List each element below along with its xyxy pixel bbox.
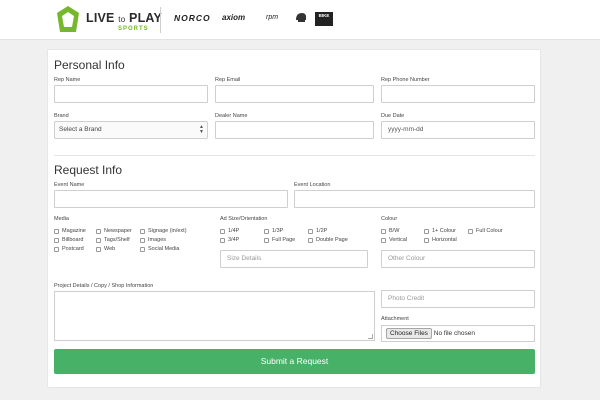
checkbox-icon[interactable] — [96, 229, 101, 234]
checkbox-icon[interactable] — [424, 229, 429, 234]
media-checkbox-signage[interactable]: Signage (in/ext) — [140, 228, 187, 236]
event-name-label: Event Name — [54, 182, 85, 188]
brand-logo-axiom[interactable]: axiom — [222, 13, 245, 22]
rep-name-label: Rep Name — [54, 77, 81, 83]
rep-email-input[interactable] — [215, 85, 374, 103]
site-header: LIVE to PLAY SPORTS NORCO axiom rpm BIKE — [0, 0, 600, 40]
checkbox-icon[interactable] — [96, 247, 101, 252]
ad-size-checkbox-double-page[interactable]: Double Page — [308, 237, 348, 245]
colour-checkbox-bw[interactable]: B/W — [381, 228, 399, 236]
media-checkbox-billboard[interactable]: Billboard — [54, 237, 83, 245]
dealer-name-input[interactable] — [215, 121, 374, 139]
submit-request-button[interactable]: Submit a Request — [54, 349, 535, 374]
project-details-label: Project Details / Copy / Shop Informatio… — [54, 283, 154, 289]
select-arrows-icon: ▲ ▼ — [199, 124, 204, 135]
rep-email-label: Rep Email — [215, 77, 241, 83]
brand-select[interactable]: Select a Brand ▲ ▼ — [54, 121, 208, 139]
ad-size-checkbox-three-quarter[interactable]: 3/4P — [220, 237, 239, 245]
live-to-play-logo[interactable]: LIVE to PLAY SPORTS — [56, 5, 166, 35]
rep-name-input[interactable] — [54, 85, 208, 103]
checkbox-icon[interactable] — [96, 238, 101, 243]
event-location-input[interactable] — [294, 190, 535, 208]
no-file-chosen-text: No file chosen — [433, 330, 475, 337]
header-divider — [160, 7, 161, 33]
checkbox-icon[interactable] — [54, 238, 59, 243]
checkbox-icon[interactable] — [140, 247, 145, 252]
ad-size-checkbox-half[interactable]: 1/2P — [308, 228, 327, 236]
checkbox-icon[interactable] — [54, 229, 59, 234]
colour-checkbox-one-plus[interactable]: 1+ Colour — [424, 228, 456, 236]
media-checkbox-newspaper[interactable]: Newspaper — [96, 228, 132, 236]
checkbox-icon[interactable] — [264, 238, 269, 243]
brand-select-value: Select a Brand — [59, 126, 102, 133]
event-location-label: Event Location — [294, 182, 331, 188]
resize-handle-icon[interactable] — [368, 334, 373, 339]
personal-info-heading: Personal Info — [54, 58, 125, 72]
attachment-label: Attachment — [381, 316, 409, 322]
ad-size-checkbox-third[interactable]: 1/3P — [264, 228, 283, 236]
checkbox-icon[interactable] — [308, 238, 313, 243]
logo-shield-icon — [57, 6, 79, 32]
media-checkbox-images[interactable]: Images — [140, 237, 166, 245]
photo-credit-input[interactable]: Photo Credit — [381, 290, 535, 308]
brand-label: Brand — [54, 113, 69, 119]
checkbox-icon[interactable] — [54, 247, 59, 252]
colour-checkbox-horizontal[interactable]: Horizontal — [424, 237, 457, 245]
request-form-card: Personal Info Rep Name Rep Email Rep Pho… — [47, 49, 541, 388]
colour-checkbox-full[interactable]: Full Colour — [468, 228, 503, 236]
colour-label: Colour — [381, 216, 398, 222]
ad-size-checkbox-quarter[interactable]: 1/4P — [220, 228, 239, 236]
event-name-input[interactable] — [54, 190, 288, 208]
media-checkbox-tags-shelf[interactable]: Tags/Shelf — [96, 237, 130, 245]
checkbox-icon[interactable] — [308, 229, 313, 234]
rep-phone-input[interactable] — [381, 85, 535, 103]
colour-checkbox-vertical[interactable]: Vertical — [381, 237, 407, 245]
rep-phone-label: Rep Phone Number — [381, 77, 430, 83]
checkbox-icon[interactable] — [140, 238, 145, 243]
checkbox-icon[interactable] — [381, 229, 386, 234]
checkbox-icon[interactable] — [140, 229, 145, 234]
section-divider — [54, 155, 535, 156]
size-details-input[interactable]: Size Details — [220, 250, 368, 268]
logo-subtitle: SPORTS — [118, 26, 149, 32]
checkbox-icon[interactable] — [220, 238, 225, 243]
media-checkbox-web[interactable]: Web — [96, 246, 115, 254]
brand-logo-helmet-icon[interactable] — [295, 12, 307, 23]
checkbox-icon[interactable] — [424, 238, 429, 243]
brand-logo-norco[interactable]: NORCO — [174, 13, 211, 23]
media-checkbox-postcard[interactable]: Postcard — [54, 246, 84, 254]
brand-logo-rpm[interactable]: rpm — [266, 14, 278, 21]
request-info-heading: Request Info — [54, 163, 123, 177]
media-checkbox-magazine[interactable]: Magazine — [54, 228, 86, 236]
due-date-input[interactable]: yyyy-mm-dd — [381, 121, 535, 139]
checkbox-icon[interactable] — [381, 238, 386, 243]
other-colour-input[interactable]: Other Colour — [381, 250, 535, 268]
ad-size-checkbox-full-page[interactable]: Full Page — [264, 237, 295, 245]
logo-wordmark: LIVE to PLAY — [86, 11, 163, 25]
media-label: Media — [54, 216, 69, 222]
checkbox-icon[interactable] — [220, 229, 225, 234]
checkbox-icon[interactable] — [264, 229, 269, 234]
checkbox-icon[interactable] — [468, 229, 473, 234]
due-date-label: Due Date — [381, 113, 405, 119]
choose-files-button[interactable]: Choose Files — [386, 327, 432, 339]
brand-logo-bike[interactable]: BIKE — [315, 12, 333, 26]
media-checkbox-social-media[interactable]: Social Media — [140, 246, 180, 254]
attachment-file-input[interactable]: Choose Files No file chosen — [381, 325, 535, 342]
project-details-textarea[interactable] — [54, 291, 375, 341]
dealer-name-label: Dealer Name — [215, 113, 248, 119]
ad-size-label: Ad Size/Orientation — [220, 216, 268, 222]
